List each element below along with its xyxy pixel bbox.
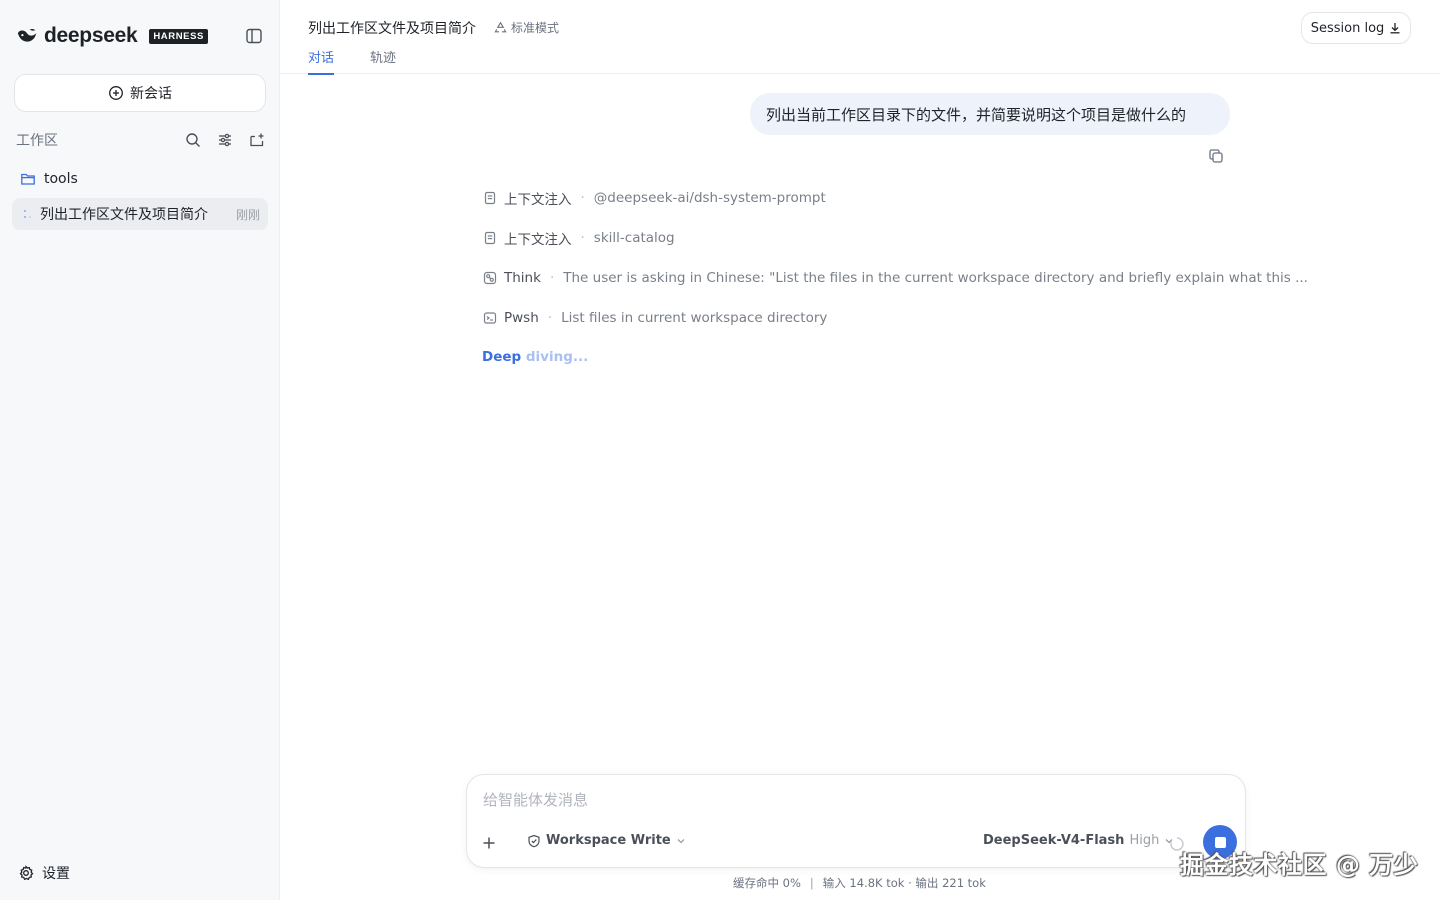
document-icon [482, 190, 498, 206]
plus-circle-icon [109, 86, 123, 100]
copy-icon[interactable] [1207, 147, 1225, 165]
step-kind: 上下文注入 [504, 192, 572, 208]
session-item[interactable]: 列出工作区文件及项目简介 刚刚 [12, 198, 268, 230]
step-kind: Pwsh [504, 310, 539, 326]
status-strong: Deep [482, 349, 526, 365]
page-title: 列出工作区文件及项目简介 [308, 21, 476, 37]
attach-plus-icon[interactable] [475, 829, 503, 857]
whale-logo-icon [17, 28, 37, 42]
sidebar-toggle-icon[interactable] [243, 25, 265, 47]
workspace-label: 工作区 [16, 133, 58, 149]
watermark: 掘金技术社区 @ 万少 [1180, 851, 1419, 879]
brand-logo[interactable]: deepseek HARNESS [16, 22, 208, 50]
workspace-header: 工作区 [16, 128, 266, 152]
thinking-status: Deep diving... [482, 349, 588, 365]
step-detail: The user is asking in Chinese: "List the… [563, 270, 1308, 286]
step-detail: skill-catalog [593, 230, 675, 246]
model-effort: High [1129, 833, 1160, 848]
status-faded: diving... [525, 349, 589, 365]
model-name: DeepSeek-V4-Flash [983, 833, 1125, 848]
cache-hit: 缓存命中 0% [733, 876, 801, 890]
message-composer: Workspace Write DeepSeek-V4-Flash High [466, 774, 1246, 868]
new-chat-button[interactable]: 新会话 [14, 74, 266, 112]
session-log-button[interactable]: Session log [1301, 12, 1411, 44]
top-bar: 列出工作区文件及项目简介 标准模式 对话 轨迹 Session log [280, 0, 1440, 75]
folder-icon [21, 173, 35, 185]
step-pwsh[interactable]: Pwsh · List files in current workspace d… [482, 307, 827, 329]
new-chat-label: 新会话 [130, 86, 172, 102]
folder-label: tools [44, 171, 78, 187]
recycle-icon [494, 21, 507, 33]
step-context-injection[interactable]: 上下文注入 · @deepseek-ai/dsh-system-prompt [482, 187, 826, 209]
search-icon[interactable] [184, 131, 202, 149]
terminal-icon [482, 310, 498, 326]
model-selector[interactable]: DeepSeek-V4-Flash High [983, 833, 1174, 848]
brand-badge: HARNESS [149, 28, 208, 44]
permission-selector[interactable]: Workspace Write [527, 833, 686, 848]
session-log-label: Session log [1310, 20, 1385, 36]
shield-icon [528, 834, 540, 847]
permission-label: Workspace Write [546, 833, 671, 848]
step-detail: List files in current workspace director… [561, 310, 828, 326]
token-usage: 输入 14.8K tok · 输出 221 tok [822, 876, 986, 890]
step-think[interactable]: Think · The user is asking in Chinese: "… [482, 267, 1308, 289]
main-panel: 列出工作区文件及项目简介 标准模式 对话 轨迹 Session log 列出当前… [280, 0, 1440, 900]
brain-icon [482, 270, 498, 286]
chevron-down-icon [677, 838, 685, 843]
step-kind: 上下文注入 [504, 232, 572, 248]
usage-stats: 缓存命中 0% | 输入 14.8K tok · 输出 221 tok [733, 875, 986, 891]
brand-name: deepseek [44, 24, 138, 47]
folder-item-tools[interactable]: tools [12, 166, 268, 192]
stats-separator: | [809, 876, 814, 890]
mode-indicator[interactable]: 标准模式 [494, 19, 559, 36]
session-title: 列出工作区文件及项目简介 [40, 207, 208, 223]
settings-button[interactable]: 设置 [18, 862, 70, 884]
session-time: 刚刚 [235, 207, 260, 222]
settings-label: 设置 [42, 866, 70, 882]
tab-trace[interactable]: 轨迹 [370, 47, 396, 73]
user-message-bubble: 列出当前工作区目录下的文件，并简要说明这个项目是做什么的 [750, 93, 1230, 135]
step-detail: @deepseek-ai/dsh-system-prompt [593, 190, 826, 206]
step-kind: Think [504, 270, 541, 286]
loading-dots-icon [24, 210, 31, 218]
document-icon [482, 230, 498, 246]
step-context-injection[interactable]: 上下文注入 · skill-catalog [482, 227, 675, 249]
tab-conversation[interactable]: 对话 [308, 47, 335, 75]
message-input[interactable] [483, 791, 1223, 809]
sidebar: deepseek HARNESS 新会话 工作区 tools 列出工作区文件及项… [0, 0, 280, 900]
user-message-text: 列出当前工作区目录下的文件，并简要说明这个项目是做什么的 [766, 105, 1187, 124]
new-folder-icon[interactable] [248, 131, 266, 149]
filter-icon[interactable] [216, 131, 234, 149]
download-icon [1390, 23, 1400, 34]
mode-label: 标准模式 [511, 21, 560, 35]
gear-icon [19, 865, 34, 881]
